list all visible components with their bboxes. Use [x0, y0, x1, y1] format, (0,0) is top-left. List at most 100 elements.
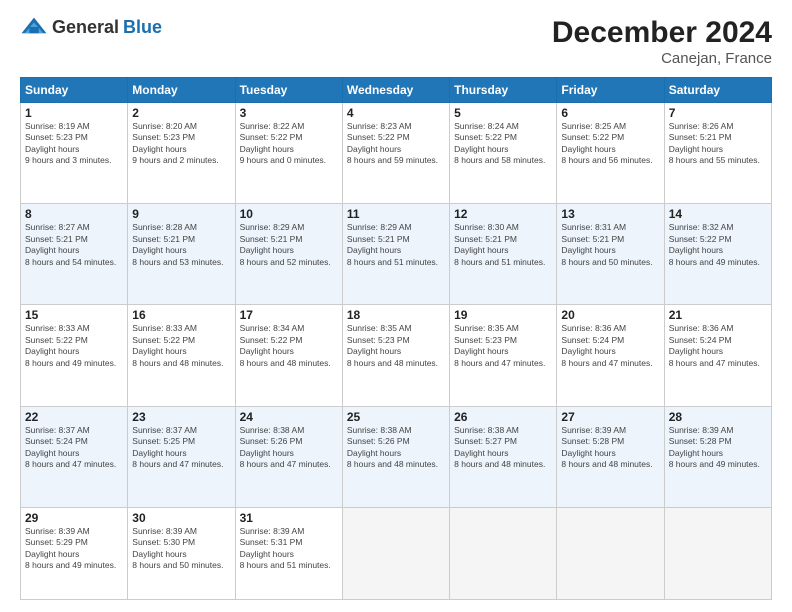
logo-icon	[20, 16, 48, 38]
table-row: 22 Sunrise: 8:37 AM Sunset: 5:24 PM Dayl…	[21, 406, 128, 507]
day-number: 1	[25, 106, 123, 120]
day-number: 28	[669, 410, 767, 424]
calendar-week-row: 22 Sunrise: 8:37 AM Sunset: 5:24 PM Dayl…	[21, 406, 772, 507]
day-number: 16	[132, 308, 230, 322]
logo: GeneralBlue	[20, 16, 162, 38]
day-number: 13	[561, 207, 659, 221]
table-row: 25 Sunrise: 8:38 AM Sunset: 5:26 PM Dayl…	[342, 406, 449, 507]
calendar-week-row: 15 Sunrise: 8:33 AM Sunset: 5:22 PM Dayl…	[21, 305, 772, 406]
col-thursday: Thursday	[450, 78, 557, 103]
day-number: 27	[561, 410, 659, 424]
cell-info: Sunrise: 8:38 AM Sunset: 5:26 PM Dayligh…	[347, 425, 445, 471]
col-saturday: Saturday	[664, 78, 771, 103]
table-row: 21 Sunrise: 8:36 AM Sunset: 5:24 PM Dayl…	[664, 305, 771, 406]
col-monday: Monday	[128, 78, 235, 103]
table-row: 29 Sunrise: 8:39 AM Sunset: 5:29 PM Dayl…	[21, 507, 128, 599]
cell-info: Sunrise: 8:33 AM Sunset: 5:22 PM Dayligh…	[25, 323, 123, 369]
table-row: 31 Sunrise: 8:39 AM Sunset: 5:31 PM Dayl…	[235, 507, 342, 599]
cell-info: Sunrise: 8:22 AM Sunset: 5:22 PM Dayligh…	[240, 121, 338, 167]
cell-info: Sunrise: 8:30 AM Sunset: 5:21 PM Dayligh…	[454, 222, 552, 268]
table-row	[664, 507, 771, 599]
page: GeneralBlue December 2024 Canejan, Franc…	[0, 0, 792, 612]
day-number: 8	[25, 207, 123, 221]
cell-info: Sunrise: 8:32 AM Sunset: 5:22 PM Dayligh…	[669, 222, 767, 268]
cell-info: Sunrise: 8:20 AM Sunset: 5:23 PM Dayligh…	[132, 121, 230, 167]
cell-info: Sunrise: 8:39 AM Sunset: 5:30 PM Dayligh…	[132, 526, 230, 572]
cell-info: Sunrise: 8:36 AM Sunset: 5:24 PM Dayligh…	[561, 323, 659, 369]
table-row: 10 Sunrise: 8:29 AM Sunset: 5:21 PM Dayl…	[235, 204, 342, 305]
cell-info: Sunrise: 8:27 AM Sunset: 5:21 PM Dayligh…	[25, 222, 123, 268]
table-row: 16 Sunrise: 8:33 AM Sunset: 5:22 PM Dayl…	[128, 305, 235, 406]
day-number: 17	[240, 308, 338, 322]
table-row: 6 Sunrise: 8:25 AM Sunset: 5:22 PM Dayli…	[557, 103, 664, 204]
cell-info: Sunrise: 8:37 AM Sunset: 5:25 PM Dayligh…	[132, 425, 230, 471]
cell-info: Sunrise: 8:39 AM Sunset: 5:29 PM Dayligh…	[25, 526, 123, 572]
cell-info: Sunrise: 8:37 AM Sunset: 5:24 PM Dayligh…	[25, 425, 123, 471]
day-number: 10	[240, 207, 338, 221]
cell-info: Sunrise: 8:33 AM Sunset: 5:22 PM Dayligh…	[132, 323, 230, 369]
table-row: 9 Sunrise: 8:28 AM Sunset: 5:21 PM Dayli…	[128, 204, 235, 305]
cell-info: Sunrise: 8:26 AM Sunset: 5:21 PM Dayligh…	[669, 121, 767, 167]
cell-info: Sunrise: 8:23 AM Sunset: 5:22 PM Dayligh…	[347, 121, 445, 167]
calendar-week-row: 1 Sunrise: 8:19 AM Sunset: 5:23 PM Dayli…	[21, 103, 772, 204]
table-row: 26 Sunrise: 8:38 AM Sunset: 5:27 PM Dayl…	[450, 406, 557, 507]
day-number: 4	[347, 106, 445, 120]
table-row: 14 Sunrise: 8:32 AM Sunset: 5:22 PM Dayl…	[664, 204, 771, 305]
cell-info: Sunrise: 8:35 AM Sunset: 5:23 PM Dayligh…	[454, 323, 552, 369]
location-title: Canejan, France	[552, 50, 772, 67]
day-number: 11	[347, 207, 445, 221]
calendar-week-row: 29 Sunrise: 8:39 AM Sunset: 5:29 PM Dayl…	[21, 507, 772, 599]
day-number: 22	[25, 410, 123, 424]
day-number: 3	[240, 106, 338, 120]
logo-general: General	[52, 17, 119, 38]
table-row: 3 Sunrise: 8:22 AM Sunset: 5:22 PM Dayli…	[235, 103, 342, 204]
day-number: 29	[25, 511, 123, 525]
day-number: 26	[454, 410, 552, 424]
cell-info: Sunrise: 8:31 AM Sunset: 5:21 PM Dayligh…	[561, 222, 659, 268]
cell-info: Sunrise: 8:25 AM Sunset: 5:22 PM Dayligh…	[561, 121, 659, 167]
table-row: 30 Sunrise: 8:39 AM Sunset: 5:30 PM Dayl…	[128, 507, 235, 599]
day-number: 7	[669, 106, 767, 120]
table-row: 1 Sunrise: 8:19 AM Sunset: 5:23 PM Dayli…	[21, 103, 128, 204]
day-number: 15	[25, 308, 123, 322]
table-row: 28 Sunrise: 8:39 AM Sunset: 5:28 PM Dayl…	[664, 406, 771, 507]
cell-info: Sunrise: 8:39 AM Sunset: 5:28 PM Dayligh…	[561, 425, 659, 471]
logo-blue: Blue	[123, 17, 162, 38]
day-number: 31	[240, 511, 338, 525]
cell-info: Sunrise: 8:34 AM Sunset: 5:22 PM Dayligh…	[240, 323, 338, 369]
table-row: 20 Sunrise: 8:36 AM Sunset: 5:24 PM Dayl…	[557, 305, 664, 406]
title-area: December 2024 Canejan, France	[552, 16, 772, 67]
table-row: 23 Sunrise: 8:37 AM Sunset: 5:25 PM Dayl…	[128, 406, 235, 507]
table-row: 8 Sunrise: 8:27 AM Sunset: 5:21 PM Dayli…	[21, 204, 128, 305]
cell-info: Sunrise: 8:39 AM Sunset: 5:28 PM Dayligh…	[669, 425, 767, 471]
cell-info: Sunrise: 8:39 AM Sunset: 5:31 PM Dayligh…	[240, 526, 338, 572]
table-row: 11 Sunrise: 8:29 AM Sunset: 5:21 PM Dayl…	[342, 204, 449, 305]
cell-info: Sunrise: 8:38 AM Sunset: 5:26 PM Dayligh…	[240, 425, 338, 471]
day-number: 23	[132, 410, 230, 424]
day-number: 19	[454, 308, 552, 322]
calendar-table: Sunday Monday Tuesday Wednesday Thursday…	[20, 77, 772, 600]
cell-info: Sunrise: 8:29 AM Sunset: 5:21 PM Dayligh…	[347, 222, 445, 268]
cell-info: Sunrise: 8:28 AM Sunset: 5:21 PM Dayligh…	[132, 222, 230, 268]
day-number: 2	[132, 106, 230, 120]
table-row: 5 Sunrise: 8:24 AM Sunset: 5:22 PM Dayli…	[450, 103, 557, 204]
table-row: 18 Sunrise: 8:35 AM Sunset: 5:23 PM Dayl…	[342, 305, 449, 406]
col-friday: Friday	[557, 78, 664, 103]
day-number: 21	[669, 308, 767, 322]
cell-info: Sunrise: 8:24 AM Sunset: 5:22 PM Dayligh…	[454, 121, 552, 167]
table-row: 12 Sunrise: 8:30 AM Sunset: 5:21 PM Dayl…	[450, 204, 557, 305]
day-number: 14	[669, 207, 767, 221]
cell-info: Sunrise: 8:29 AM Sunset: 5:21 PM Dayligh…	[240, 222, 338, 268]
col-tuesday: Tuesday	[235, 78, 342, 103]
month-title: December 2024	[552, 16, 772, 50]
table-row: 24 Sunrise: 8:38 AM Sunset: 5:26 PM Dayl…	[235, 406, 342, 507]
table-row: 2 Sunrise: 8:20 AM Sunset: 5:23 PM Dayli…	[128, 103, 235, 204]
table-row	[342, 507, 449, 599]
day-number: 9	[132, 207, 230, 221]
cell-info: Sunrise: 8:36 AM Sunset: 5:24 PM Dayligh…	[669, 323, 767, 369]
logo-area: GeneralBlue	[20, 16, 162, 38]
table-row: 13 Sunrise: 8:31 AM Sunset: 5:21 PM Dayl…	[557, 204, 664, 305]
cell-info: Sunrise: 8:38 AM Sunset: 5:27 PM Dayligh…	[454, 425, 552, 471]
day-number: 24	[240, 410, 338, 424]
table-row: 7 Sunrise: 8:26 AM Sunset: 5:21 PM Dayli…	[664, 103, 771, 204]
